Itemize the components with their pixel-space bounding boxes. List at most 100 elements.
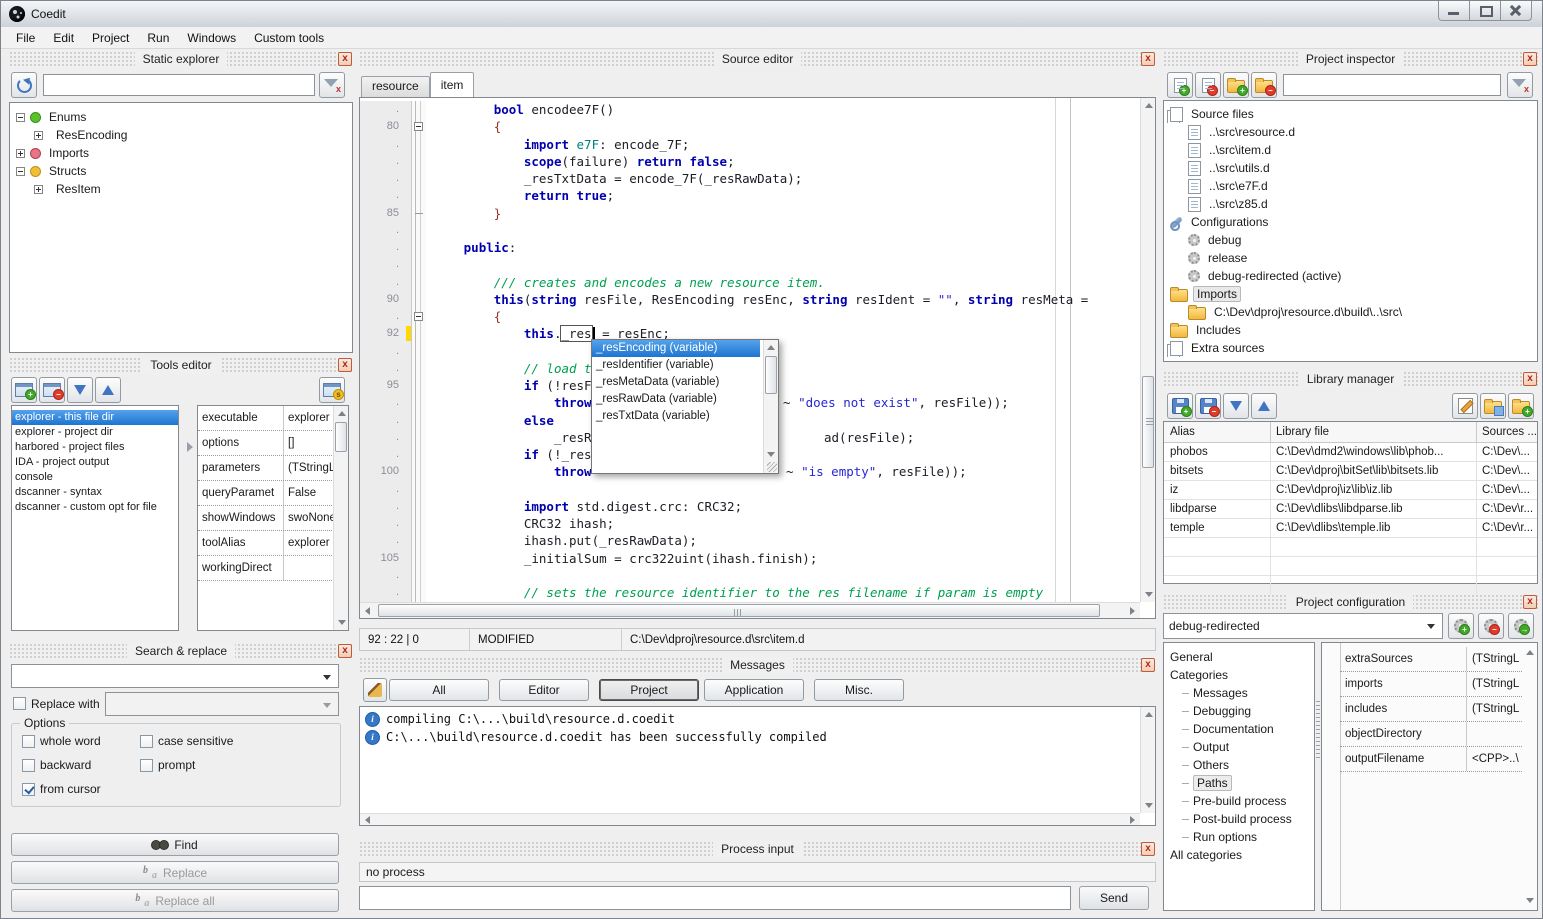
code-line[interactable]: 90 this(string resFile, ResEncoding resE… [360,291,1140,308]
send-button[interactable]: Send [1079,886,1149,910]
add-folder-button[interactable] [1223,72,1249,98]
tool-list-item[interactable]: explorer - this file dir [12,410,178,425]
project-config-close-button[interactable] [1523,595,1537,609]
editor-vertical-scrollbar[interactable] [1140,98,1155,602]
project-tree-row[interactable]: C:\Dev\dproj\resource.d\build\..\src\ [1164,303,1537,321]
config-category-row[interactable]: General [1164,648,1314,666]
fold-icon[interactable] [415,213,423,214]
search-option[interactable]: whole word [22,734,140,748]
log-line[interactable]: C:\...\build\resource.d.coedit has been … [360,728,1140,746]
config-category-row[interactable]: Categories [1164,666,1314,684]
config-category-row[interactable]: Output [1164,738,1314,756]
messages-vertical-scrollbar[interactable] [1140,707,1155,813]
add-tool-button[interactable] [11,377,37,403]
expand-icon[interactable] [34,185,43,194]
process-input-field[interactable] [359,886,1071,910]
replace-with-combo[interactable] [105,692,339,716]
project-tree-row[interactable]: ..\src\resource.d [1164,123,1537,141]
project-tree-row[interactable]: Includes [1164,321,1537,339]
source-editor-header[interactable]: Source editor [359,51,1156,68]
code-line[interactable]: 85 } [360,205,1140,222]
symbol-tree-row[interactable]: ResItem [10,180,352,198]
library-manager-header[interactable]: Library manager [1163,371,1538,388]
completion-item[interactable]: _resMetaData (variable) [592,374,760,391]
search-option[interactable]: prompt [140,758,334,772]
menu-item[interactable]: Project [83,29,138,47]
project-inspector-filter-button[interactable] [1507,72,1533,98]
messages-header[interactable]: Messages [359,657,1156,674]
move-tool-up-button[interactable] [95,377,121,403]
title-bar[interactable]: Coedit [1,1,1542,28]
completion-scrollbar[interactable] [763,340,778,473]
library-from-project-button[interactable] [1480,393,1506,419]
library-row[interactable]: temple C:\Dev\dlibs\temple.lib C:\Dev\r.… [1164,519,1537,538]
tool-list-item[interactable]: harbored - project files [12,440,178,455]
config-grid-scrollbar[interactable] [1522,643,1537,910]
column-library-file[interactable]: Library file [1270,422,1476,442]
close-button[interactable] [1500,1,1532,21]
expand-icon[interactable] [16,113,25,122]
config-category-row[interactable]: Debugging [1164,702,1314,720]
static-explorer-search-input[interactable] [43,74,315,96]
completion-item[interactable]: _resIdentifier (variable) [592,357,760,374]
replace-with-checkbox[interactable] [13,697,26,710]
code-line[interactable]: . scope(failure) return false; [360,153,1140,170]
messages-filter-application[interactable]: Application [704,679,804,701]
property-row[interactable]: toolAlias explorer [198,531,334,556]
menu-item[interactable]: Run [138,29,178,47]
config-category-row[interactable]: Documentation [1164,720,1314,738]
project-tree-row[interactable]: debug [1164,231,1537,249]
expand-icon[interactable] [16,167,25,176]
messages-horizontal-scrollbar[interactable] [360,813,1140,825]
refresh-button[interactable] [11,72,37,98]
edit-library-button[interactable] [1452,393,1478,419]
messages-filter-misc[interactable]: Misc. [814,679,904,701]
move-library-down-button[interactable] [1223,393,1249,419]
tool-properties-scrollbar[interactable] [333,406,348,630]
tools-editor-header[interactable]: Tools editor [9,357,353,374]
code-line[interactable]: . [360,222,1140,239]
config-property-row[interactable]: includes (TStringL [1340,697,1522,722]
column-alias[interactable]: Alias [1164,426,1270,438]
code-line[interactable]: . [360,567,1140,584]
code-line[interactable]: . public: [360,239,1140,256]
menu-item[interactable]: Edit [44,29,83,47]
symbol-tree-row[interactable]: Structs [10,162,352,180]
messages-filter-all[interactable]: All [389,679,489,701]
project-inspector-close-button[interactable] [1523,52,1537,66]
project-tree-row[interactable]: Source files [1164,105,1537,123]
property-row[interactable]: queryParamet False [198,481,334,506]
config-category-row[interactable]: Others [1164,756,1314,774]
code-line[interactable]: . import std.digest.crc: CRC32; [360,498,1140,515]
config-property-row[interactable]: imports (TStringL [1340,672,1522,697]
tool-list-item[interactable]: console [12,470,178,485]
search-replace-header[interactable]: Search & replace [9,643,353,660]
checkbox-icon[interactable] [22,759,35,772]
code-line[interactable]: . [360,256,1140,273]
remove-tool-button[interactable] [39,377,65,403]
property-expander-icon[interactable] [187,442,193,452]
remove-folder-button[interactable] [1251,72,1277,98]
completion-item[interactable]: _resRawData (variable) [592,391,760,408]
code-line[interactable]: . return true; [360,187,1140,204]
project-tree-row[interactable]: ..\src\utils.d [1164,159,1537,177]
execute-tool-button[interactable] [319,377,345,403]
menu-item[interactable]: Windows [178,29,245,47]
library-row[interactable]: phobos C:\Dev\dmd2\windows\lib\phob... C… [1164,443,1537,462]
config-category-row[interactable]: Post-build process [1164,810,1314,828]
config-category-row[interactable]: Pre-build process [1164,792,1314,810]
messages-filter-project[interactable]: Project [599,679,699,701]
fold-icon[interactable] [414,312,423,321]
static-explorer-filter-button[interactable] [319,72,345,98]
tool-list-item[interactable]: IDA - project output [12,455,178,470]
project-inspector-filter-input[interactable] [1283,74,1501,96]
library-row[interactable]: iz C:\Dev\dproj\iz\lib\iz.lib C:\Dev\... [1164,481,1537,500]
config-splitter[interactable] [1316,701,1320,761]
move-library-up-button[interactable] [1251,393,1277,419]
replace-all-button[interactable]: Replace all [11,889,339,912]
remove-configuration-button[interactable] [1478,613,1504,639]
project-tree-row[interactable]: ..\src\z85.d [1164,195,1537,213]
search-option[interactable]: from cursor [22,782,140,796]
find-button[interactable]: Find [11,833,339,856]
log-line[interactable]: compiling C:\...\build\resource.d.coedit [360,710,1140,728]
